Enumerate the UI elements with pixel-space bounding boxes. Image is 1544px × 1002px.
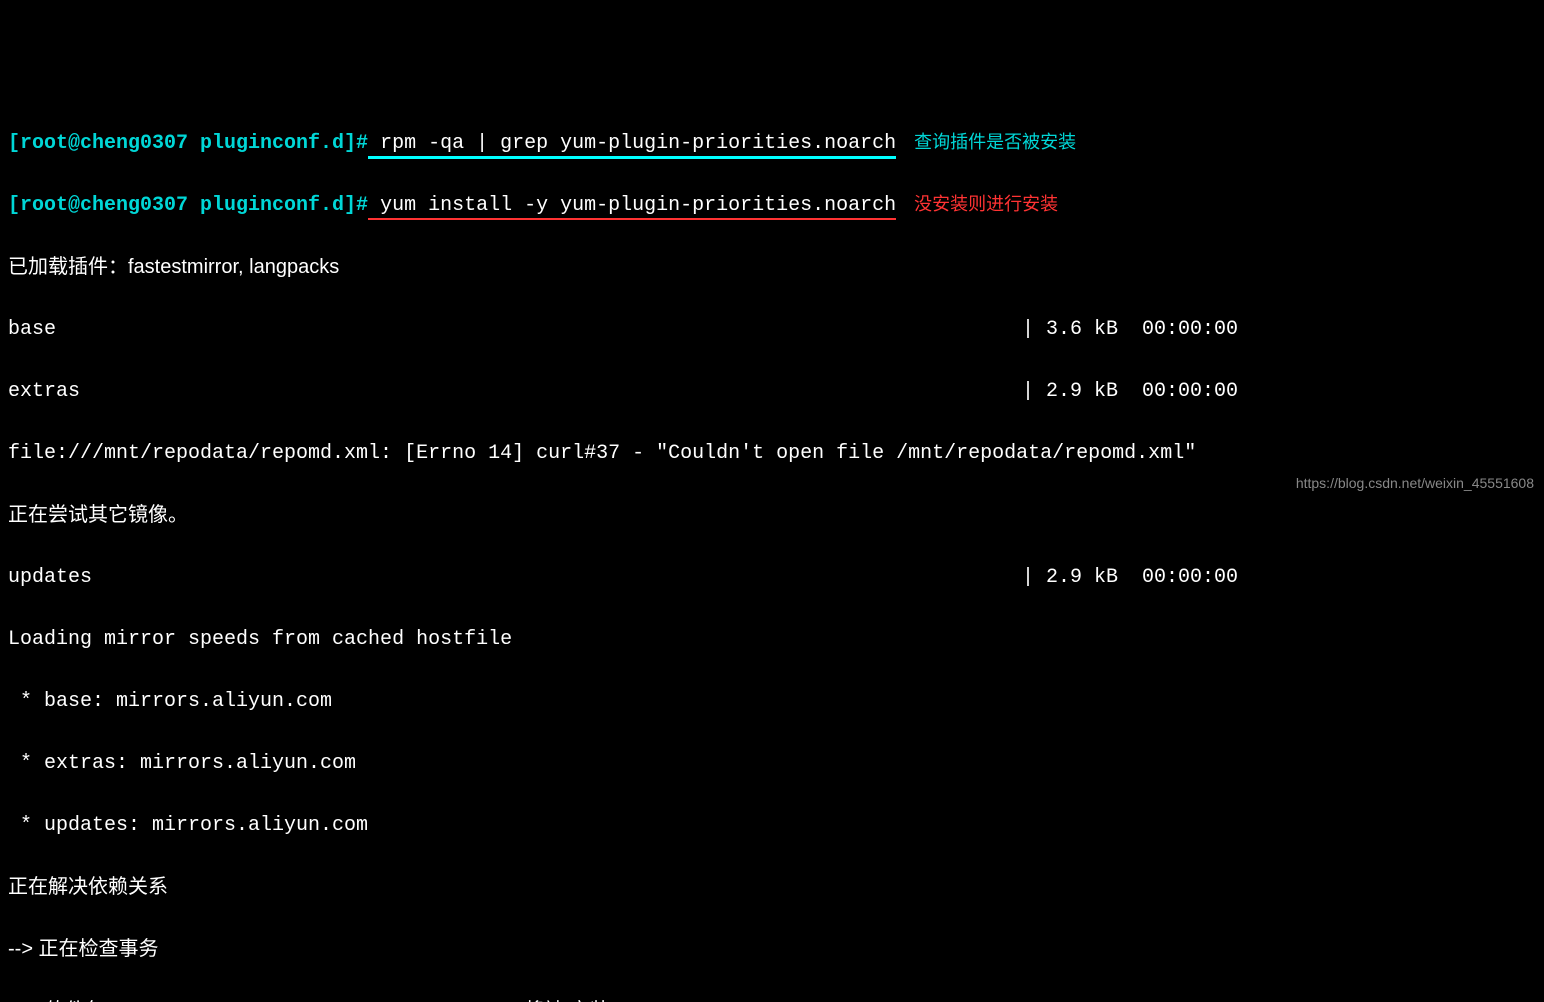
command-text: rpm -qa | grep yum-plugin-priorities.noa… bbox=[368, 132, 896, 159]
repo-row-updates: updates | 2.9 kB 00:00:00 bbox=[8, 562, 1238, 593]
output-mirror-updates: * updates: mirrors.aliyun.com bbox=[8, 810, 1536, 841]
repo-name: extras bbox=[8, 376, 80, 407]
output-mirror-extras: * extras: mirrors.aliyun.com bbox=[8, 748, 1536, 779]
annotation-label: 没安装则进行安装 bbox=[914, 194, 1058, 214]
output-package-install: ---> 软件包 yum-plugin-priorities.noarch.0.… bbox=[8, 996, 1536, 1002]
shell-prompt: [root@cheng0307 pluginconf.d]# bbox=[8, 194, 368, 217]
watermark-text: https://blog.csdn.net/weixin_45551608 bbox=[1296, 473, 1534, 495]
repo-name: updates bbox=[8, 562, 92, 593]
output-error: file:///mnt/repodata/repomd.xml: [Errno … bbox=[8, 438, 1536, 469]
command-line-1: [root@cheng0307 pluginconf.d]# rpm -qa |… bbox=[8, 128, 1536, 159]
repo-row-extras: extras | 2.9 kB 00:00:00 bbox=[8, 376, 1238, 407]
repo-stat: | 2.9 kB 00:00:00 bbox=[1022, 376, 1238, 407]
output-checking-trans: --> 正在检查事务 bbox=[8, 934, 1536, 965]
output-loading-mirrors: Loading mirror speeds from cached hostfi… bbox=[8, 624, 1536, 655]
annotation-label: 查询插件是否被安装 bbox=[914, 132, 1076, 152]
output-mirror-base: * base: mirrors.aliyun.com bbox=[8, 686, 1536, 717]
repo-name: base bbox=[8, 314, 56, 345]
output-loaded-plugins: 已加载插件：fastestmirror, langpacks bbox=[8, 252, 1536, 283]
repo-stat: | 3.6 kB 00:00:00 bbox=[1022, 314, 1238, 345]
shell-prompt: [root@cheng0307 pluginconf.d]# bbox=[8, 132, 368, 155]
command-text: yum install -y yum-plugin-priorities.noa… bbox=[368, 194, 896, 220]
output-trying-mirrors: 正在尝试其它镜像。 bbox=[8, 500, 1536, 531]
repo-row-base: base | 3.6 kB 00:00:00 bbox=[8, 314, 1238, 345]
command-line-2: [root@cheng0307 pluginconf.d]# yum insta… bbox=[8, 190, 1536, 221]
repo-stat: | 2.9 kB 00:00:00 bbox=[1022, 562, 1238, 593]
output-resolving-deps: 正在解决依赖关系 bbox=[8, 872, 1536, 903]
